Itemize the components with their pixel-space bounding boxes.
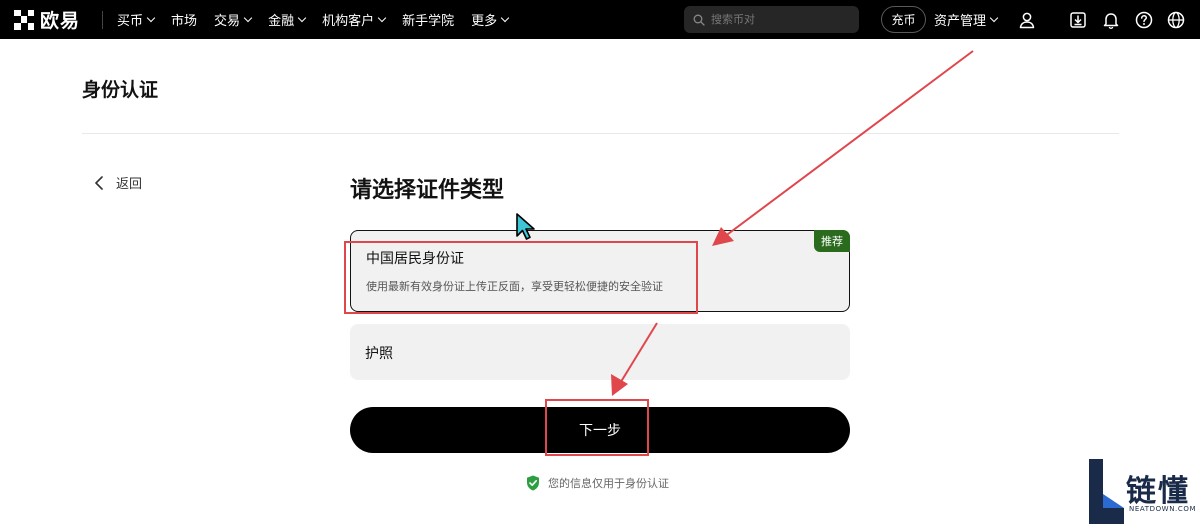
nav-item-market[interactable]: 市场 — [171, 10, 197, 29]
top-navbar: 欧易 买币 市场 交易 金融 机构客户 新手学院 更多 充币 资产管理 — [0, 0, 1200, 39]
chevron-down-icon — [377, 13, 387, 22]
chevron-down-icon — [297, 13, 307, 22]
nav-item-trade[interactable]: 交易 — [214, 10, 253, 29]
logo[interactable]: 欧易 — [14, 0, 80, 39]
help-icon[interactable] — [1134, 10, 1154, 30]
option-description: 使用最新有效身份证上传正反面，享受更轻松便捷的安全验证 — [366, 280, 663, 293]
section-title: 请选择证件类型 — [350, 178, 505, 203]
globe-icon[interactable] — [1166, 10, 1186, 30]
watermark-subtext: NEATDOWN.COM — [1129, 505, 1197, 513]
deposit-button[interactable]: 充币 — [881, 6, 926, 33]
nav-item-finance[interactable]: 金融 — [268, 10, 307, 29]
nav-item-buy-crypto[interactable]: 买币 — [117, 10, 156, 29]
chevron-down-icon — [989, 13, 999, 22]
option-title: 中国居民身份证 — [366, 251, 464, 267]
chevron-down-icon — [500, 13, 510, 22]
page-title: 身份认证 — [82, 79, 159, 101]
option-china-id-card[interactable]: 中国居民身份证 使用最新有效身份证上传正反面，享受更轻松便捷的安全验证 推荐 — [350, 230, 850, 312]
privacy-note: 您的信息仅用于身份认证 — [526, 475, 669, 491]
logo-text: 欧易 — [40, 10, 81, 32]
chevron-down-icon — [243, 13, 253, 22]
chevron-left-icon — [95, 175, 103, 190]
user-icon[interactable] — [1017, 10, 1037, 30]
mouse-cursor-icon — [516, 213, 535, 240]
shield-check-icon — [527, 475, 539, 491]
chevron-down-icon — [146, 13, 156, 22]
asset-management-menu[interactable]: 资产管理 — [934, 0, 999, 39]
option-passport[interactable]: 护照 — [350, 324, 850, 380]
search-icon — [693, 14, 705, 26]
nav-item-academy[interactable]: 新手学院 — [402, 10, 454, 29]
download-icon[interactable] — [1068, 10, 1088, 30]
bell-icon[interactable] — [1101, 10, 1121, 30]
next-step-button[interactable]: 下一步 — [350, 407, 850, 453]
annotation-arrow-line — [723, 50, 974, 238]
recommended-badge: 推荐 — [814, 230, 850, 252]
divider — [82, 133, 1119, 134]
back-label: 返回 — [116, 177, 143, 192]
search-box[interactable] — [684, 6, 859, 33]
nav-item-institutional[interactable]: 机构客户 — [322, 10, 387, 29]
nav-item-more[interactable]: 更多 — [471, 10, 510, 29]
main-nav: 买币 市场 交易 金融 机构客户 新手学院 更多 — [117, 10, 525, 29]
watermark-text: 链懂 — [1126, 474, 1190, 509]
privacy-text: 您的信息仅用于身份认证 — [548, 477, 669, 490]
okx-logo-icon — [14, 9, 34, 30]
option-title: 护照 — [365, 346, 393, 362]
back-link[interactable]: 返回 — [94, 173, 142, 192]
nav-divider — [102, 10, 104, 29]
search-input[interactable] — [711, 13, 851, 26]
